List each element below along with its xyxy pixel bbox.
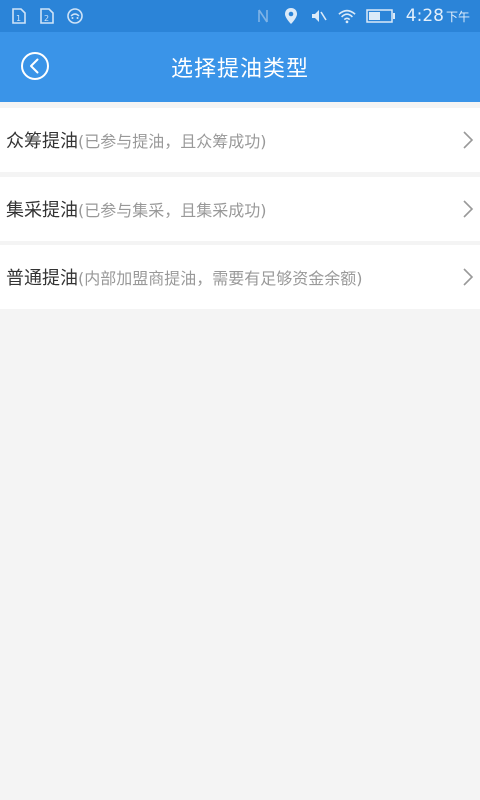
location-icon bbox=[282, 7, 300, 25]
svg-text:1: 1 bbox=[16, 14, 21, 23]
option-crowdfunding[interactable]: 众筹提油 (已参与提油，且众筹成功) bbox=[0, 108, 480, 172]
option-group-purchase[interactable]: 集采提油 (已参与集采，且集采成功) bbox=[0, 177, 480, 241]
option-note: (内部加盟商提油，需要有足够资金余额) bbox=[78, 269, 363, 288]
back-circle-icon bbox=[21, 52, 49, 80]
chevron-right-icon bbox=[462, 199, 474, 219]
option-note: (已参与集采，且集采成功) bbox=[78, 201, 267, 220]
option-title: 普通提油 bbox=[6, 268, 78, 289]
status-bar-right: 4:28 下午 bbox=[254, 6, 470, 26]
status-time-group: 4:28 下午 bbox=[406, 6, 470, 26]
sim-card-1-icon: 1 bbox=[10, 7, 28, 25]
chevron-right-icon bbox=[462, 267, 474, 287]
option-title: 集采提油 bbox=[6, 200, 78, 221]
nfc-icon bbox=[254, 7, 272, 25]
status-bar-left: 1 2 bbox=[10, 7, 84, 25]
battery-icon bbox=[366, 7, 396, 25]
option-regular[interactable]: 普通提油 (内部加盟商提油，需要有足够资金余额) bbox=[0, 245, 480, 309]
option-title: 众筹提油 bbox=[6, 131, 78, 152]
back-button[interactable] bbox=[19, 50, 51, 82]
status-bar: 1 2 4:28 下午 bbox=[0, 0, 480, 32]
page-title: 选择提油类型 bbox=[170, 57, 309, 82]
notification-icon bbox=[66, 7, 84, 25]
sim-card-2-icon: 2 bbox=[38, 7, 56, 25]
status-time: 4:28 bbox=[405, 6, 444, 26]
svg-text:2: 2 bbox=[44, 14, 49, 23]
mute-icon bbox=[310, 7, 328, 25]
status-ampm: 下午 bbox=[445, 10, 470, 24]
chevron-right-icon bbox=[462, 130, 474, 150]
option-note: (已参与提油，且众筹成功) bbox=[78, 132, 267, 151]
wifi-icon bbox=[338, 7, 356, 25]
app-header: 选择提油类型 bbox=[0, 32, 480, 102]
